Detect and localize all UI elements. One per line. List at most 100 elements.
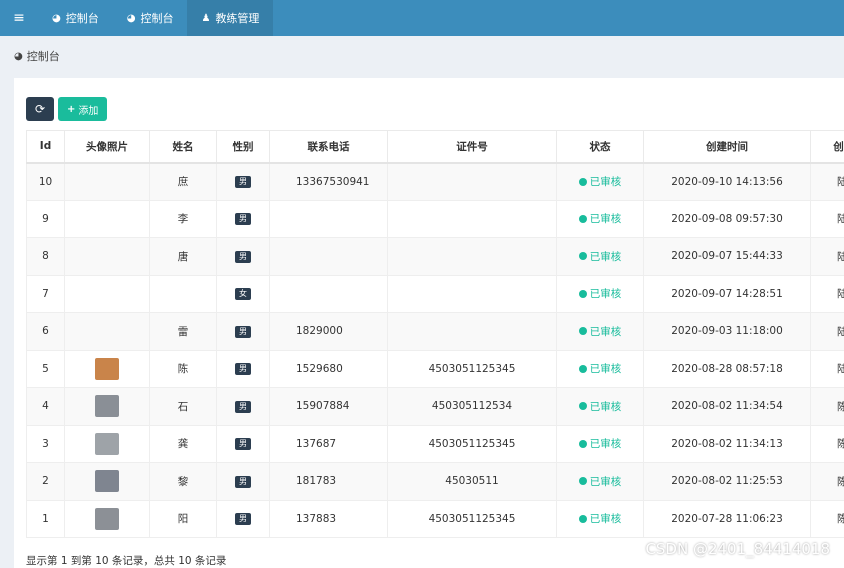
cell-status: 已审核 (556, 387, 644, 426)
avatar[interactable] (95, 470, 119, 493)
cell-name: 石 (149, 387, 217, 426)
nav-tab-dashboard-2[interactable]: ◕ 控制台 (113, 0, 188, 36)
table-row[interactable]: 1 阳 男 137883 4503051125345 已审核 2020-07-28 11:0… (26, 499, 844, 538)
status-label: 已审核 (589, 513, 622, 526)
nav-tab-label: 控制台 (65, 12, 99, 25)
nav-tab-dashboard-1[interactable]: ◕ 控制台 (38, 0, 113, 36)
nav-tab-coach-management[interactable]: ♟ 教练管理 (187, 0, 274, 36)
cell-extra: 陈 (810, 387, 844, 426)
cell-sex: 男 (216, 237, 270, 276)
status-dot-icon (578, 177, 587, 186)
breadcrumb-label[interactable]: 控制台 (27, 48, 60, 64)
cell-name: 雷 (149, 312, 217, 351)
cell-id: 3 (26, 424, 65, 463)
cell-photo (64, 237, 150, 276)
cell-created: 2020-09-03 11:18:00 (643, 312, 811, 351)
header-extra[interactable]: 创 (810, 130, 844, 164)
cell-idno: 4503051125345 (387, 349, 557, 388)
refresh-button[interactable]: ⟳ (26, 97, 54, 121)
cell-created: 2020-09-07 14:28:51 (643, 274, 811, 313)
top-navbar: ≡ ◕ 控制台 ◕ 控制台 ♟ 教练管理 (0, 0, 844, 36)
cell-sex: 男 (216, 312, 270, 351)
table-row[interactable]: 4 石 男 15907884 450305112534 已审核 2020-08-02 11:… (26, 387, 844, 426)
status-dot-icon (578, 514, 587, 523)
cell-id: 6 (26, 312, 65, 351)
status-badge: 已审核 (578, 211, 621, 226)
table-row[interactable]: 6 雷 男 1829000 已审核 2020-09-03 11:18:00陆 (26, 312, 844, 351)
cell-sex: 男 (216, 424, 270, 463)
cell-sex: 男 (216, 462, 270, 501)
cell-status: 已审核 (556, 312, 644, 351)
cell-idno (387, 199, 557, 238)
table-row[interactable]: 8 唐 男 已审核 2020-09-07 15:44:33陆 (26, 237, 844, 276)
status-badge: 已审核 (578, 174, 622, 189)
user-icon: ♟ (201, 12, 211, 24)
cell-status: 已审核 (556, 499, 644, 538)
table-row[interactable]: 9 李 男 已审核 2020-09-08 09:57:30陆 (26, 199, 844, 238)
table-row[interactable]: 10 庶 男 13367530941 已审核 2020-09-10 14:13:56陆 (26, 162, 844, 201)
status-label: 已审核 (589, 250, 622, 263)
cell-phone: 137687 (269, 424, 388, 463)
status-badge: 已审核 (578, 361, 621, 376)
header-id[interactable]: Id (26, 130, 65, 164)
table-row[interactable]: 3 龚 男 137687 4503051125345 已审核 2020-08-02 11:3… (26, 424, 844, 463)
header-name[interactable]: 姓名 (149, 130, 217, 164)
status-dot-icon (578, 252, 587, 261)
dashboard-icon: ◕ (52, 12, 61, 24)
cell-id: 10 (26, 162, 65, 201)
avatar[interactable] (95, 395, 119, 418)
avatar[interactable] (95, 507, 119, 530)
cell-idno: 4503051125345 (387, 424, 557, 463)
cell-status: 已审核 (556, 199, 644, 238)
status-label: 已审核 (589, 176, 622, 188)
cell-sex: 女 (216, 274, 270, 313)
cell-status: 已审核 (556, 274, 644, 313)
header-idno[interactable]: 证件号 (387, 130, 557, 164)
cell-name: 李 (149, 199, 217, 238)
cell-phone: 137883 (269, 499, 388, 538)
header-created[interactable]: 创建时间 (643, 130, 811, 164)
header-status[interactable]: 状态 (556, 130, 644, 164)
avatar[interactable] (95, 432, 119, 455)
table-row[interactable]: 7 女 已审核 2020-09-07 14:28:51陆 (26, 274, 844, 313)
avatar[interactable] (95, 357, 119, 380)
cell-sex: 男 (216, 349, 270, 388)
table-row[interactable]: 2 黎 男 18178345030511 已审核 2020-08-02 11:25:53陈 (26, 462, 844, 501)
status-label: 已审核 (589, 475, 622, 488)
cell-id: 7 (26, 274, 65, 313)
sex-badge: 男 (235, 513, 251, 526)
cell-status: 已审核 (556, 349, 644, 388)
cell-id: 8 (26, 237, 65, 276)
header-sex[interactable]: 性别 (216, 130, 270, 164)
nav-tab-label: 教练管理 (215, 12, 260, 25)
cell-phone: 181783 (269, 462, 388, 501)
cell-status: 已审核 (556, 424, 644, 463)
status-badge: 已审核 (578, 399, 622, 414)
add-button-label: 添加 (78, 105, 99, 117)
status-label: 已审核 (589, 400, 622, 413)
status-badge: 已审核 (578, 511, 622, 526)
status-badge: 已审核 (578, 436, 622, 451)
cell-idno (387, 162, 557, 201)
cell-photo (64, 499, 150, 538)
cell-name: 唐 (149, 237, 217, 276)
cell-phone: 15907884 (269, 387, 388, 426)
cell-id: 4 (26, 387, 65, 426)
status-label: 已审核 (589, 438, 622, 451)
cell-created: 2020-09-10 14:13:56 (643, 162, 811, 201)
cell-idno (387, 274, 557, 313)
menu-toggle-icon[interactable]: ≡ (0, 0, 38, 36)
breadcrumb: ◕ 控制台 (0, 36, 844, 76)
cell-idno: 450305112534 (387, 387, 557, 426)
cell-name: 黎 (149, 462, 217, 501)
table-row[interactable]: 5 陈 男 1529680 4503051125345 已审核 2020-08-28 08:… (26, 349, 844, 388)
cell-phone: 1529680 (269, 349, 388, 388)
cell-status: 已审核 (556, 237, 644, 276)
cell-created: 2020-08-02 11:25:53 (643, 462, 811, 501)
add-button[interactable]: + 添加 (58, 97, 108, 121)
header-photo[interactable]: 头像照片 (64, 130, 150, 164)
cell-sex: 男 (216, 499, 270, 538)
cell-idno (387, 237, 557, 276)
cell-extra: 陈 (810, 462, 844, 501)
header-phone[interactable]: 联系电话 (269, 130, 388, 164)
